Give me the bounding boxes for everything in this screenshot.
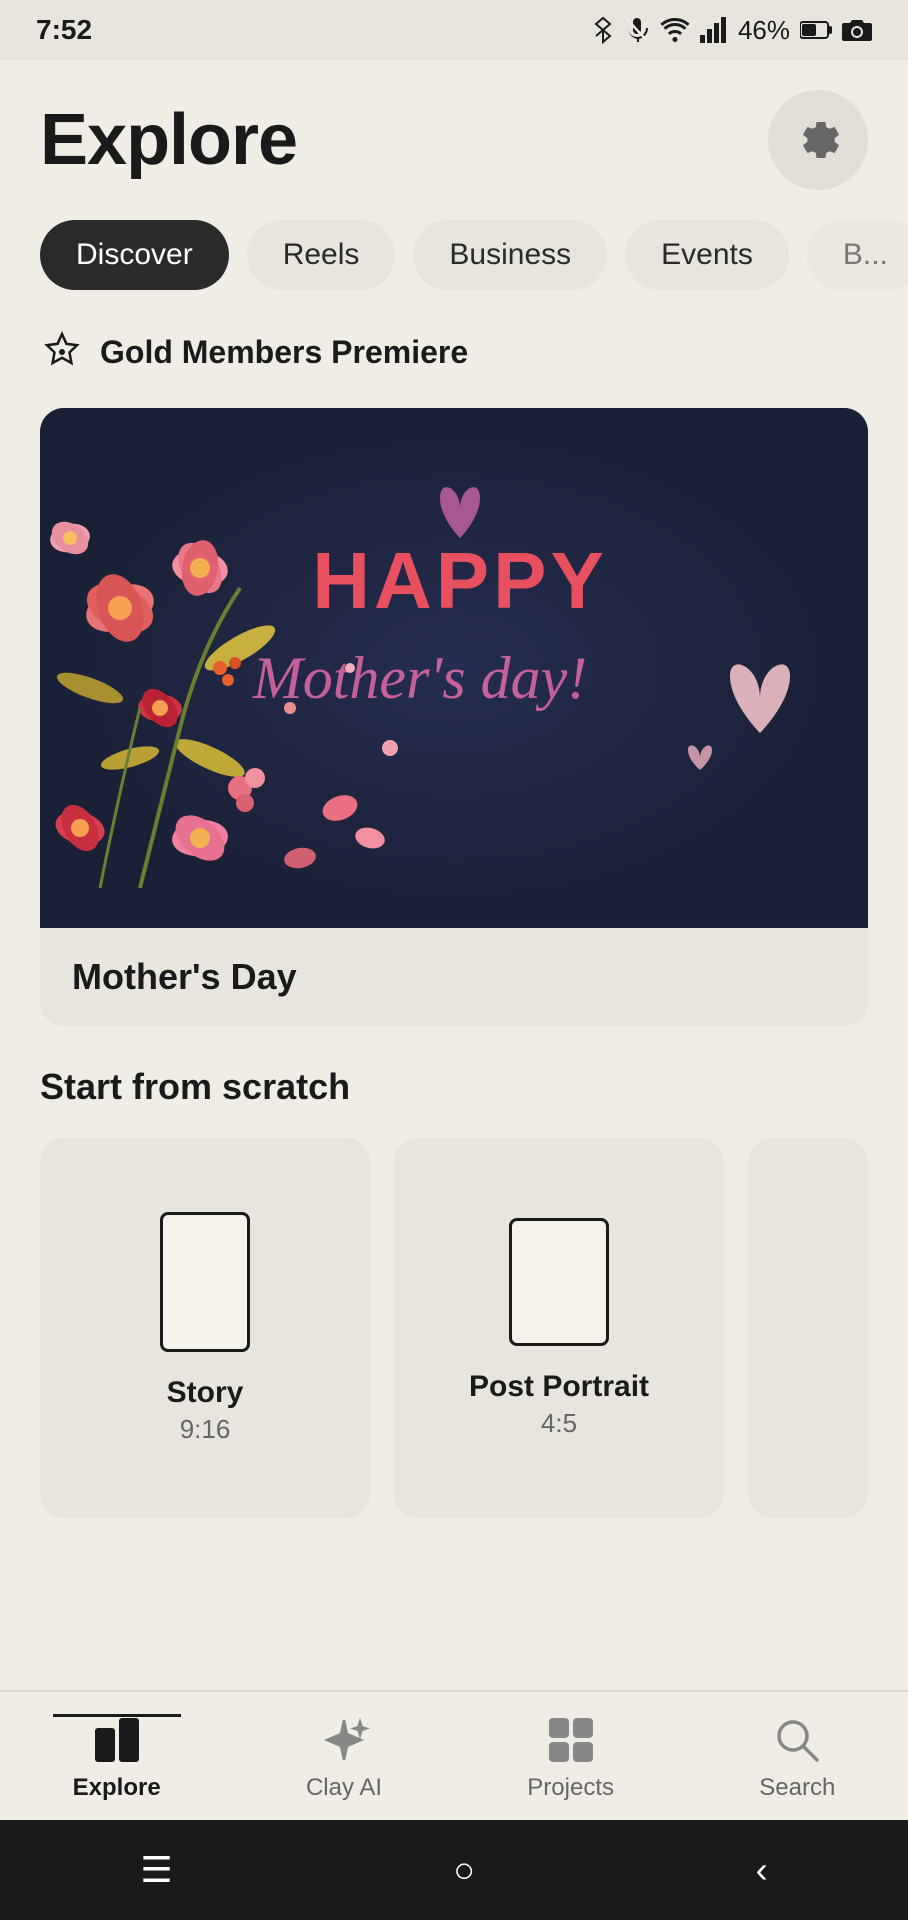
status-time: 7:52 xyxy=(36,14,92,46)
clay-ai-nav-icon xyxy=(318,1714,370,1766)
scratch-section: Start from scratch Story 9:16 Post Portr… xyxy=(0,1026,908,1538)
tab-business[interactable]: Business xyxy=(413,220,607,290)
nav-item-clay-ai[interactable]: Clay AI xyxy=(286,1714,402,1802)
tab-reels[interactable]: Reels xyxy=(247,220,396,290)
scratch-title: Start from scratch xyxy=(40,1066,868,1108)
story-ratio: 9:16 xyxy=(180,1414,231,1445)
search-nav-label: Search xyxy=(759,1774,835,1802)
scratch-card-partial xyxy=(748,1138,868,1518)
mute-icon xyxy=(624,16,650,44)
bottom-nav: Explore Clay AI Projects xyxy=(0,1690,908,1820)
tab-discover[interactable]: Discover xyxy=(40,220,229,290)
page-title: Explore xyxy=(40,99,297,181)
nav-item-search[interactable]: Search xyxy=(739,1714,855,1802)
post-portrait-label: Post Portrait xyxy=(469,1370,649,1404)
gold-section: Gold Members Premiere xyxy=(0,310,908,408)
explore-nav-label: Explore xyxy=(73,1774,161,1802)
tab-more[interactable]: B... xyxy=(807,220,908,290)
bluetooth-icon xyxy=(592,16,614,44)
svg-text:Mother's day!: Mother's day! xyxy=(252,645,587,711)
signal-icon xyxy=(700,17,728,43)
battery-icon xyxy=(800,19,832,41)
android-nav-bar: ☰ ○ ‹ xyxy=(0,1820,908,1920)
scratch-cards: Story 9:16 Post Portrait 4:5 xyxy=(40,1138,868,1518)
story-label: Story xyxy=(167,1376,244,1410)
android-back-btn[interactable]: ‹ xyxy=(756,1849,768,1891)
nav-item-projects[interactable]: Projects xyxy=(507,1714,634,1802)
projects-nav-icon xyxy=(545,1714,597,1766)
clay-ai-nav-label: Clay AI xyxy=(306,1774,382,1802)
status-bar: 7:52 46% xyxy=(0,0,908,60)
tabs-container: Discover Reels Business Events B... xyxy=(0,210,908,310)
section-header: Gold Members Premiere xyxy=(40,330,868,374)
camera-icon xyxy=(842,17,872,43)
wifi-icon xyxy=(660,17,690,43)
header: Explore xyxy=(0,60,908,210)
projects-nav-label: Projects xyxy=(527,1774,614,1802)
search-nav-icon xyxy=(771,1714,823,1766)
active-indicator xyxy=(53,1714,181,1717)
mothers-day-illustration: HAPPY Mother's day! xyxy=(40,408,868,928)
gear-icon xyxy=(794,116,842,164)
explore-nav-icon xyxy=(91,1714,143,1766)
android-home-btn[interactable]: ○ xyxy=(453,1849,475,1891)
post-portrait-format-icon xyxy=(509,1218,609,1346)
featured-image: HAPPY Mother's day! xyxy=(40,408,868,928)
battery-text: 46% xyxy=(738,15,790,46)
gold-badge-icon xyxy=(40,330,84,374)
scratch-card-story[interactable]: Story 9:16 xyxy=(40,1138,370,1518)
tab-events[interactable]: Events xyxy=(625,220,789,290)
settings-button[interactable] xyxy=(768,90,868,190)
featured-card[interactable]: HAPPY Mother's day! Mother's Day xyxy=(40,408,868,1026)
scratch-card-post-portrait[interactable]: Post Portrait 4:5 xyxy=(394,1138,724,1518)
gold-section-title: Gold Members Premiere xyxy=(100,334,468,371)
featured-card-label: Mother's Day xyxy=(40,928,868,1026)
android-recents-btn[interactable]: ☰ xyxy=(140,1849,172,1891)
svg-text:HAPPY: HAPPY xyxy=(312,536,608,625)
nav-item-explore[interactable]: Explore xyxy=(53,1714,181,1802)
story-format-icon xyxy=(160,1212,250,1352)
status-icons: 46% xyxy=(592,15,872,46)
post-portrait-ratio: 4:5 xyxy=(541,1408,577,1439)
